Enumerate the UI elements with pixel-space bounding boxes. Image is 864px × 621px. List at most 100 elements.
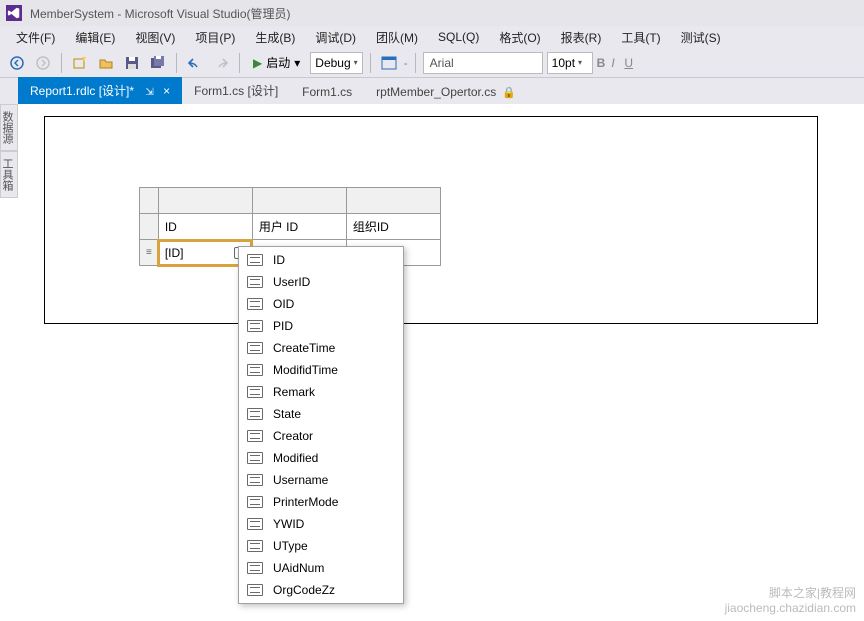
titlebar: MemberSystem - Microsoft Visual Studio(管… (0, 0, 864, 26)
field-item[interactable]: CreateTime (239, 337, 403, 359)
nav-back-icon[interactable] (6, 52, 28, 74)
field-icon (247, 342, 263, 354)
toolbox-tab[interactable]: 工具箱 (0, 151, 18, 198)
font-size-combo[interactable]: 10pt▾ (547, 52, 593, 74)
vs-logo-icon (6, 5, 22, 21)
column-handle[interactable] (346, 188, 440, 214)
field-item[interactable]: Creator (239, 425, 403, 447)
text-style-group: B I (597, 56, 615, 70)
play-icon: ▶ (253, 56, 262, 70)
field-label: UserID (273, 275, 310, 289)
field-dropdown: ID UserID OID PID CreateTime ModifidTime… (238, 246, 404, 604)
field-item[interactable]: ID (239, 249, 403, 271)
tab-report1[interactable]: Report1.rdlc [设计]* ⇲ × (18, 77, 182, 104)
underline-button[interactable]: U (619, 52, 639, 74)
tab-form1-cs[interactable]: Form1.cs (290, 80, 364, 104)
config-value: Debug (315, 56, 350, 70)
field-label: ModifidTime (273, 363, 338, 377)
save-all-icon[interactable] (147, 52, 169, 74)
cell-expr: [ID] (165, 246, 184, 260)
field-item[interactable]: State (239, 403, 403, 425)
save-icon[interactable] (121, 52, 143, 74)
separator (415, 53, 416, 73)
menu-file[interactable]: 文件(F) (6, 27, 65, 48)
start-label: 启动 (266, 54, 290, 71)
font-size-value: 10pt (552, 56, 575, 70)
header-cell[interactable]: ID (158, 214, 252, 240)
toolbar: ▶启动▾ Debug▾ - Arial 10pt▾ B I U (0, 48, 864, 78)
open-icon[interactable] (95, 52, 117, 74)
field-icon (247, 430, 263, 442)
field-item[interactable]: Remark (239, 381, 403, 403)
watermark: 脚本之家|教程网 jiaocheng.chazidian.com (725, 586, 856, 615)
column-handle[interactable] (158, 188, 252, 214)
menu-test[interactable]: 测试(S) (671, 27, 731, 48)
column-handle[interactable] (252, 188, 346, 214)
field-icon (247, 452, 263, 464)
header-cell[interactable]: 用户 ID (252, 214, 346, 240)
datasource-tab[interactable]: 数据源 (0, 104, 18, 151)
font-family-combo[interactable]: Arial (423, 52, 543, 74)
field-item[interactable]: OID (239, 293, 403, 315)
menu-tools[interactable]: 工具(T) (611, 27, 670, 48)
row-handle[interactable] (140, 214, 159, 240)
config-dropdown[interactable]: Debug ▾ (310, 52, 362, 74)
bold-button[interactable]: B (597, 56, 606, 70)
field-item[interactable]: OrgCodeZz (239, 579, 403, 601)
field-item[interactable]: Modified (239, 447, 403, 469)
new-project-icon[interactable] (69, 52, 91, 74)
menu-team[interactable]: 团队(M) (366, 27, 428, 48)
tab-label: Form1.cs (302, 85, 352, 99)
chevron-down-icon: ▾ (354, 58, 358, 67)
browser-icon[interactable] (378, 52, 400, 74)
tab-form1-design[interactable]: Form1.cs [设计] (182, 77, 290, 104)
italic-button[interactable]: I (611, 56, 614, 70)
field-icon (247, 562, 263, 574)
menu-debug[interactable]: 调试(D) (305, 27, 366, 48)
field-icon (247, 254, 263, 266)
nav-fwd-icon[interactable] (32, 52, 54, 74)
menu-view[interactable]: 视图(V) (125, 27, 185, 48)
field-item[interactable]: UAidNum (239, 557, 403, 579)
field-item[interactable]: PrinterMode (239, 491, 403, 513)
field-icon (247, 298, 263, 310)
menu-format[interactable]: 格式(O) (489, 27, 550, 48)
field-label: Modified (273, 451, 318, 465)
menu-sql[interactable]: SQL(Q) (428, 28, 489, 46)
field-icon (247, 474, 263, 486)
field-icon (247, 386, 263, 398)
start-button[interactable]: ▶启动▾ (247, 54, 306, 71)
chevron-down-icon: ▾ (578, 58, 582, 67)
field-item[interactable]: UserID (239, 271, 403, 293)
field-label: UAidNum (273, 561, 324, 575)
field-label: YWID (273, 517, 304, 531)
field-label: ID (273, 253, 285, 267)
field-label: Creator (273, 429, 313, 443)
menu-build[interactable]: 生成(B) (245, 27, 305, 48)
undo-icon[interactable] (184, 52, 206, 74)
redo-icon[interactable] (210, 52, 232, 74)
field-label: PrinterMode (273, 495, 338, 509)
menu-project[interactable]: 项目(P) (185, 27, 245, 48)
field-icon (247, 364, 263, 376)
field-item[interactable]: ModifidTime (239, 359, 403, 381)
tablix-corner[interactable] (140, 188, 159, 214)
header-cell[interactable]: 组织ID (346, 214, 440, 240)
field-item[interactable]: YWID (239, 513, 403, 535)
field-item[interactable]: Username (239, 469, 403, 491)
field-label: UType (273, 539, 308, 553)
document-tabs: Report1.rdlc [设计]* ⇲ × Form1.cs [设计] For… (0, 78, 864, 104)
watermark-line2: jiaocheng.chazidian.com (725, 601, 856, 615)
menu-report[interactable]: 报表(R) (551, 27, 612, 48)
pin-icon[interactable]: ⇲ (145, 87, 153, 98)
tab-rptmember[interactable]: rptMember_Opertor.cs🔒 (364, 80, 528, 104)
field-item[interactable]: PID (239, 315, 403, 337)
field-icon (247, 276, 263, 288)
row-handle[interactable]: ≡ (140, 240, 159, 266)
lock-icon: 🔒 (502, 87, 516, 99)
field-icon (247, 408, 263, 420)
field-label: Remark (273, 385, 315, 399)
menu-edit[interactable]: 编辑(E) (65, 27, 125, 48)
close-icon[interactable]: × (163, 84, 170, 98)
field-item[interactable]: UType (239, 535, 403, 557)
